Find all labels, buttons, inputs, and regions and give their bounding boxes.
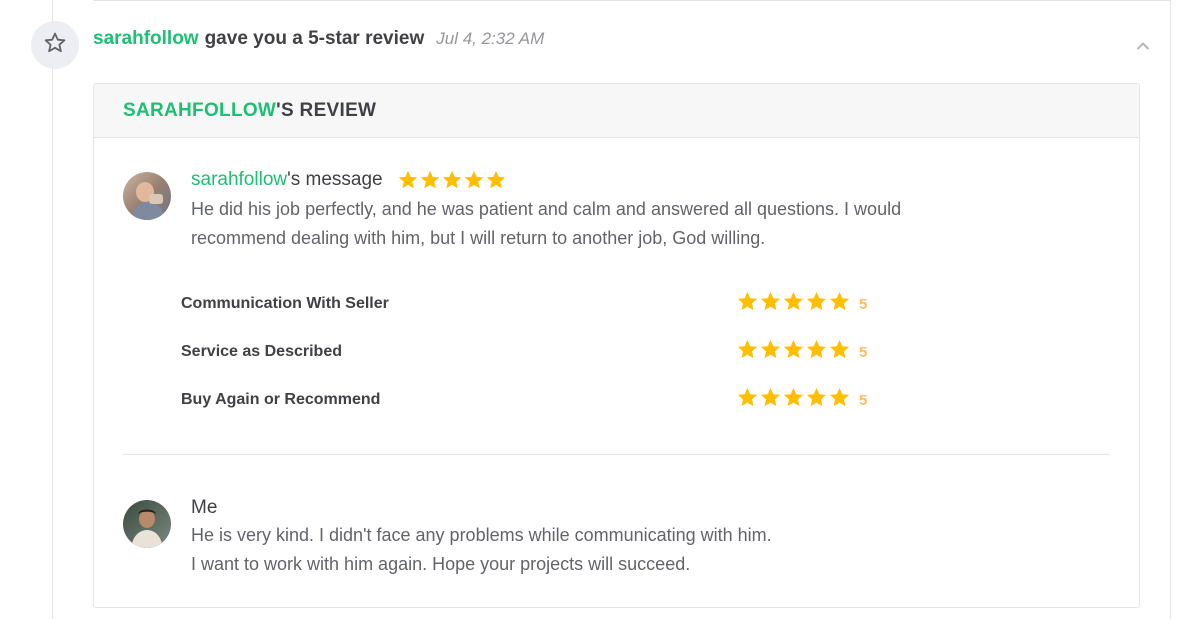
- buyer-message-body: He did his job perfectly, and he was pat…: [191, 195, 1071, 253]
- star-icon: [759, 290, 782, 318]
- notification-action-text: gave you a 5-star review: [204, 28, 425, 49]
- review-card-header: SARAHFOLLOW 'S REVIEW: [94, 84, 1139, 138]
- star-icon: [759, 338, 782, 366]
- star-icon: [782, 386, 805, 414]
- review-card-title-suffix: 'S REVIEW: [276, 99, 377, 121]
- star-icon: [397, 169, 419, 191]
- right-divider: [1170, 0, 1171, 619]
- star-icon: [441, 169, 463, 191]
- rating-label: Communication With Seller: [181, 295, 389, 312]
- star-icon: [828, 338, 851, 366]
- star-icon: [782, 338, 805, 366]
- star-outline-icon: [43, 31, 67, 60]
- seller-response-author: Me: [191, 497, 218, 518]
- star-icon: [736, 338, 759, 366]
- rating-label: Buy Again or Recommend: [181, 391, 381, 408]
- rating-row-communication: Communication With Seller 5: [181, 290, 871, 318]
- review-card-title-username[interactable]: SARAHFOLLOW: [123, 100, 276, 122]
- section-divider: [123, 454, 1110, 455]
- rating-value: 5: [859, 343, 868, 361]
- buyer-avatar[interactable]: [123, 172, 171, 220]
- review-card: SARAHFOLLOW 'S REVIEW sarahfollow 's mes…: [93, 83, 1140, 608]
- buyer-message-line: He did his job perfectly, and he was pat…: [191, 199, 902, 219]
- seller-response-title: Me: [191, 494, 217, 522]
- star-icon: [828, 290, 851, 318]
- notification-header: sarahfollow gave you a 5-star review Jul…: [93, 28, 544, 54]
- notification-icon-circle: [31, 21, 79, 69]
- seller-response-line: I want to work with him again. Hope your…: [191, 554, 691, 574]
- star-icon: [805, 290, 828, 318]
- rating-row-buy-again: Buy Again or Recommend 5: [181, 386, 871, 414]
- star-icon: [805, 386, 828, 414]
- star-icon: [736, 386, 759, 414]
- star-icon: [485, 169, 507, 191]
- rating-value: 5: [859, 391, 868, 409]
- seller-response-body: He is very kind. I didn't face any probl…: [191, 521, 1071, 579]
- rating-row-service: Service as Described 5: [181, 338, 871, 366]
- rating-stars: [736, 338, 851, 366]
- buyer-message-title: sarahfollow 's message: [191, 166, 507, 194]
- buyer-message-title-suffix: 's message: [287, 169, 383, 190]
- star-icon: [805, 338, 828, 366]
- top-divider: [93, 0, 1170, 1]
- star-icon: [782, 290, 805, 318]
- notification-timestamp: Jul 4, 2:32 AM: [436, 29, 545, 48]
- star-icon: [419, 169, 441, 191]
- buyer-overall-stars: [397, 169, 507, 191]
- star-icon: [828, 386, 851, 414]
- timeline-line: [52, 0, 53, 619]
- rating-stars: [736, 386, 851, 414]
- buyer-message-line: recommend dealing with him, but I will r…: [191, 228, 766, 248]
- buyer-username-link[interactable]: sarahfollow: [191, 169, 287, 191]
- seller-response-line: He is very kind. I didn't face any probl…: [191, 525, 772, 545]
- chevron-up-icon[interactable]: [1135, 38, 1151, 54]
- star-icon: [759, 386, 782, 414]
- notification-username-link[interactable]: sarahfollow: [93, 28, 199, 50]
- rating-label: Service as Described: [181, 343, 342, 360]
- star-icon: [463, 169, 485, 191]
- seller-avatar[interactable]: [123, 500, 171, 548]
- rating-value: 5: [859, 295, 868, 313]
- rating-stars: [736, 290, 851, 318]
- star-icon: [736, 290, 759, 318]
